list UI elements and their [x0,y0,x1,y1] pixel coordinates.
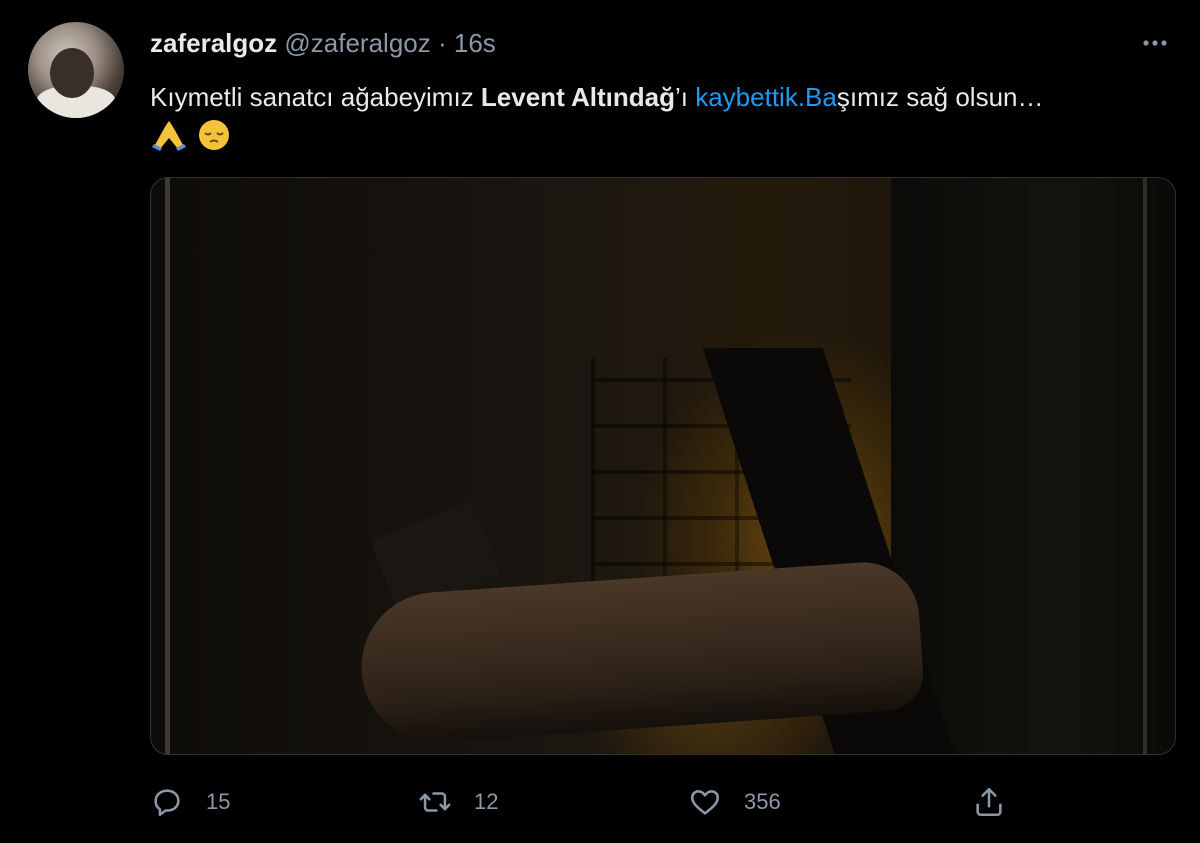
retweet-count: 12 [474,789,499,814]
retweet-icon [419,792,451,812]
retweet-button[interactable]: 12 [418,780,498,824]
tweet-text-part3: şımız sağ olsun… [836,82,1044,112]
share-button[interactable] [972,780,1028,824]
media-shadow [891,178,1175,754]
tweet: zaferalgoz @zaferalgoz · 16s Kıymetli sa… [0,0,1200,843]
tweet-text: Kıymetli sanatcı ağabeyimız Levent Altın… [150,80,1170,154]
media-frame-left [165,178,170,754]
reply-count: 15 [206,789,231,814]
tweet-text-part2: ’ı [674,82,696,112]
tweet-media-video[interactable] [150,177,1176,755]
more-horizontal-icon[interactable] [1138,28,1172,58]
avatar[interactable] [28,22,124,118]
like-count: 356 [744,789,781,814]
share-icon [976,787,1002,817]
tweet-header: zaferalgoz @zaferalgoz · 16s [150,28,496,59]
folded-hands-emoji [150,118,188,160]
tweet-actions: 15 12 356 [150,780,1174,824]
display-name[interactable]: zaferalgoz [150,28,277,58]
media-frame-right [1143,178,1147,754]
tweet-text-part1: Kıymetli sanatcı ağabeyimız [150,82,481,112]
handle[interactable]: @zaferalgoz [284,28,430,58]
heart-icon [690,790,720,815]
reply-button[interactable]: 15 [150,780,230,824]
avatar-face [50,48,94,98]
tweet-text-link[interactable]: kaybettik.Ba [695,82,837,112]
emoji-row [150,118,1170,154]
like-button[interactable]: 356 [688,780,781,824]
separator-dot: · [437,28,447,58]
timestamp[interactable]: 16s [454,28,496,58]
tweet-text-bold-name: Levent Altındağ [480,82,675,112]
reply-icon [154,789,180,817]
pensive-face-emoji [195,118,233,160]
